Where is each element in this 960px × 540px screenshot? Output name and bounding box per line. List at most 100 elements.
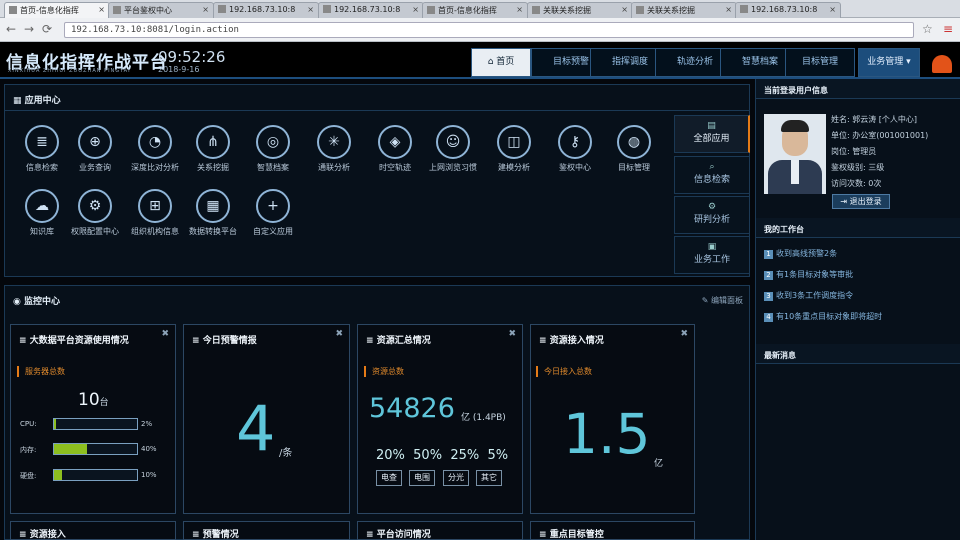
app-spatiotemporal-track[interactable]: ◈ 时空轨迹 [366,125,424,185]
app-label: 目标管理 [618,163,650,172]
page-icon [9,6,17,14]
app-label: 业务查询 [79,163,111,172]
browser-tab[interactable]: 平台鉴权中心 × [108,2,214,18]
browser-tab[interactable]: 192.168.73.10:8 × [318,2,424,18]
data-transform-icon: ▦ [196,189,230,223]
close-icon[interactable]: × [829,5,836,14]
browser-tab[interactable]: 关联关系挖掘 × [631,2,737,18]
apps-icon: ▤ [707,121,716,131]
business-query-icon: ⊕ [78,125,112,159]
app-auth-center[interactable]: ⚷ 鉴权中心 [546,125,604,185]
close-icon[interactable]: × [516,5,523,14]
app-knowledge-base[interactable]: ☁ 知识库 [13,189,71,249]
close-icon[interactable]: ✖ [161,329,169,339]
nav-business-dropdown[interactable]: 业务管理 ▾ [858,48,920,77]
workbench-item[interactable]: 1 收到高线预警2条 [764,248,837,259]
back-icon[interactable]: ← [6,22,16,36]
filter-button-optical[interactable]: 分光 [443,470,469,486]
card-title: 资源接入情况 [549,336,604,346]
app-business-query[interactable]: ⊕ 业务查询 [66,125,124,185]
warning-unit: /条 [279,448,293,459]
logout-button[interactable]: ⇥ 退出登录 [832,194,890,209]
smart-archive-icon: ◎ [256,125,290,159]
list-icon: ≡ [192,336,203,346]
browser-tab[interactable]: 192.168.73.10:8 × [213,2,319,18]
app-relation-mining[interactable]: ⋔ 关系挖掘 [184,125,242,185]
reload-icon[interactable]: ⟳ [42,22,52,36]
list-icon: ≡ [539,336,550,346]
relation-mining-icon: ⋔ [196,125,230,159]
close-icon[interactable]: ✖ [508,329,516,339]
star-icon[interactable]: ☆ [922,22,933,36]
close-icon[interactable]: × [307,5,314,14]
user-unit: 单位: 办公室(001001001) [831,131,929,140]
memory-percent: 40% [141,445,157,453]
caret-down-icon: ▾ [906,57,911,67]
filter-button-tel-fence[interactable]: 电围 [409,470,435,486]
modeling-analysis-icon: ◫ [497,125,531,159]
target-mgmt-icon: ◍ [617,125,651,159]
app-target-mgmt[interactable]: ◍ 目标管理 [605,125,663,185]
list-icon: ≡ [366,530,377,540]
browser-tab[interactable]: 首页-信息化指挥 × [4,2,110,18]
forward-icon[interactable]: → [24,22,34,36]
app-label: 智慧档案 [257,163,289,172]
filter-button-other[interactable]: 其它 [476,470,502,486]
server-count: 10台 [78,390,109,410]
browser-tab[interactable]: 192.168.73.10:8 × [735,2,841,18]
close-icon[interactable]: ✖ [335,329,343,339]
filter-button-tel-check[interactable]: 电查 [376,470,402,486]
close-icon[interactable]: × [725,5,732,14]
workbench-item[interactable]: 3 收到3条工作调度指令 [764,290,853,301]
tab-business-work[interactable]: ▣ 业务工作 [674,236,750,274]
close-icon[interactable]: ✖ [680,329,688,339]
date: 2018-9-16 [158,65,200,74]
app-modeling-analysis[interactable]: ◫ 建模分析 [485,125,543,185]
app-browsing-habit[interactable]: ☺ 上网浏览习惯 [424,125,482,185]
alarm-light-icon[interactable] [932,55,952,73]
app-label: 通联分析 [318,163,350,172]
tab-analysis[interactable]: ⚙ 研判分析 [674,196,750,234]
list-icon: ≡ [19,530,30,540]
page-icon [427,6,435,14]
warning-count: 4 [236,392,276,465]
tab-info-search[interactable]: ⌕ 信息检索 [674,156,750,194]
org-info-icon: ⊞ [138,189,172,223]
logout-icon: ⇥ [840,197,850,206]
close-icon[interactable]: × [98,5,105,14]
browser-tab[interactable]: 首页-信息化指挥 × [422,2,528,18]
app-org-info[interactable]: ⊞ 组织机构信息 [126,189,184,249]
close-icon[interactable]: × [621,5,628,14]
nav-target-mgmt[interactable]: 目标管理 [785,48,855,77]
edit-panel-link[interactable]: ✎ 编辑面板 [702,295,743,306]
app-label: 深度比对分析 [131,163,179,172]
app-custom-app[interactable]: + 自定义应用 [244,189,302,249]
browser-tab[interactable]: 关联关系挖掘 × [527,2,633,18]
page-icon [532,6,540,14]
card-title: 资源汇总情况 [376,336,431,346]
app-label: 上网浏览习惯 [429,163,477,172]
page-icon [636,6,644,14]
eye-icon: ◉ [13,297,24,307]
resource-total-value: 54826 [369,393,455,424]
app-comm-analysis[interactable]: ✳ 通联分析 [305,125,363,185]
app-label: 权限配置中心 [71,227,119,236]
app-deep-compare[interactable]: ◔ 深度比对分析 [126,125,184,185]
workbench-item[interactable]: 4 有10条重点目标对象即将超时 [764,311,882,322]
disk-label: 硬盘: [20,472,37,480]
menu-icon[interactable]: ≡ [943,22,953,36]
app-permission-config[interactable]: ⚙ 权限配置中心 [66,189,124,249]
nav-home[interactable]: ⌂ 首页 [471,48,531,77]
address-bar-row: ← → ⟳ 192.168.73.10:8081/login.action ☆ … [0,18,960,42]
list-icon: ≡ [539,530,550,540]
app-info-search[interactable]: ≣ 信息检索 [13,125,71,185]
app-data-transform[interactable]: ▦ 数据转换平台 [184,189,242,249]
workbench-item[interactable]: 2 有1条目标对象等审批 [764,269,853,280]
app-smart-archive[interactable]: ◎ 智慧档案 [244,125,302,185]
url-field[interactable]: 192.168.73.10:8081/login.action [64,22,914,38]
close-icon[interactable]: × [412,5,419,14]
close-icon[interactable]: × [202,5,209,14]
key-target-card: ≡ 重点目标管控 [530,521,695,540]
app-label: 鉴权中心 [559,163,591,172]
tab-all-apps[interactable]: ▤ 全部应用 [674,115,750,153]
